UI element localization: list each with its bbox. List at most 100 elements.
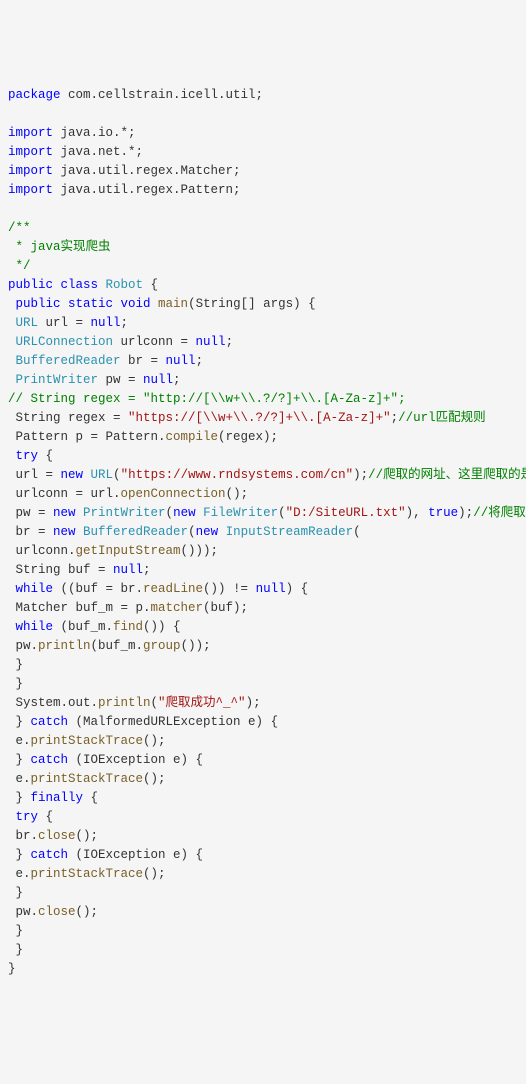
keyword-new: new — [53, 506, 76, 520]
end: (); — [143, 867, 166, 881]
brace: { — [83, 791, 98, 805]
semicolon: ; — [173, 373, 181, 387]
var-decl: Pattern p = Pattern. — [8, 430, 166, 444]
brace: { — [143, 278, 158, 292]
rest: ), — [406, 506, 429, 520]
semicolon: ; — [121, 316, 129, 330]
method-readline: readLine — [143, 582, 203, 596]
method-close: close — [38, 829, 76, 843]
end: (buf); — [203, 601, 248, 615]
semicolon: ; — [196, 354, 204, 368]
brace: } — [8, 658, 23, 672]
type-url: URL — [8, 316, 38, 330]
var-decl: String buf = — [8, 563, 113, 577]
rest: ()) != — [203, 582, 256, 596]
comment: // String regex = "http://[\\w+\\.?/?]+\… — [8, 392, 406, 406]
keyword-package: package — [8, 88, 61, 102]
true-literal: true — [428, 506, 458, 520]
keyword-catch: catch — [31, 848, 69, 862]
comment: //将爬取到的链接放到D盘的SiteURL文件中 — [473, 506, 526, 520]
keyword-import: import — [8, 183, 53, 197]
end: ); — [353, 468, 368, 482]
brace: } — [8, 715, 31, 729]
null-literal: null — [143, 373, 173, 387]
import-path: java.util.regex.Pattern; — [53, 183, 241, 197]
var-decl: pw = — [98, 373, 143, 387]
brace: } — [8, 943, 23, 957]
method-println: println — [38, 639, 91, 653]
paren: ( — [278, 506, 286, 520]
var-decl: br = — [121, 354, 166, 368]
method-openconnection: openConnection — [121, 487, 226, 501]
keyword-class: class — [53, 278, 98, 292]
paren: ( — [151, 696, 159, 710]
type-bufferedreader: BufferedReader — [76, 525, 189, 539]
end: ); — [458, 506, 473, 520]
method-call: e. — [8, 734, 31, 748]
type-printwriter: PrintWriter — [8, 373, 98, 387]
keyword-try: try — [8, 449, 38, 463]
brace: } — [8, 924, 23, 938]
catch-param: (MalformedURLException e) { — [68, 715, 278, 729]
var-decl: Matcher buf_m = p. — [8, 601, 151, 615]
args: (buf_m. — [91, 639, 144, 653]
var-decl: urlconn = — [113, 335, 196, 349]
string-literal: "爬取成功^_^" — [158, 696, 246, 710]
type-inputstreamreader: InputStreamReader — [218, 525, 353, 539]
keyword-new: new — [173, 506, 196, 520]
keyword-void: void — [113, 297, 151, 311]
keyword-import: import — [8, 126, 53, 140]
null-literal: null — [256, 582, 286, 596]
method-find: find — [113, 620, 143, 634]
type-bufferedreader: BufferedReader — [8, 354, 121, 368]
keyword-static: static — [61, 297, 114, 311]
comment: /** — [8, 221, 31, 235]
method-call: System.out. — [8, 696, 98, 710]
args: (regex); — [218, 430, 278, 444]
var-decl: url = — [38, 316, 91, 330]
end: (); — [76, 905, 99, 919]
brace: { — [38, 810, 53, 824]
keyword-finally: finally — [31, 791, 84, 805]
method-call: e. — [8, 772, 31, 786]
keyword-import: import — [8, 164, 53, 178]
condition: ((buf = br. — [53, 582, 143, 596]
keyword-catch: catch — [31, 753, 69, 767]
method-close: close — [38, 905, 76, 919]
end: ); — [246, 696, 261, 710]
method-call: pw. — [8, 905, 38, 919]
string-literal: "https://[\\w+\\.?/?]+\\.[A-Za-z]+" — [128, 411, 391, 425]
brace: } — [8, 753, 31, 767]
keyword-new: new — [196, 525, 219, 539]
type-filewriter: FileWriter — [196, 506, 279, 520]
comment: //url匹配规则 — [398, 411, 486, 425]
method-call: br. — [8, 829, 38, 843]
null-literal: null — [196, 335, 226, 349]
end: ()) { — [143, 620, 181, 634]
import-path: java.net.*; — [53, 145, 143, 159]
brace: } — [8, 791, 31, 805]
end: (); — [143, 734, 166, 748]
brace: } — [8, 677, 23, 691]
string-literal: "https://www.rndsystems.com/cn" — [121, 468, 354, 482]
null-literal: null — [166, 354, 196, 368]
method-compile: compile — [166, 430, 219, 444]
comment: */ — [8, 259, 31, 273]
brace: } — [8, 962, 16, 976]
null-literal: null — [113, 563, 143, 577]
catch-param: (IOException e) { — [68, 753, 203, 767]
params: (String[] args) { — [188, 297, 316, 311]
condition: (buf_m. — [53, 620, 113, 634]
class-name: Robot — [98, 278, 143, 292]
brace: } — [8, 848, 31, 862]
assignment: urlconn = url. — [8, 487, 121, 501]
semicolon: ; — [143, 563, 151, 577]
keyword-while: while — [8, 582, 53, 596]
keyword-catch: catch — [31, 715, 69, 729]
method-group: group — [143, 639, 181, 653]
method-printstacktrace: printStackTrace — [31, 734, 144, 748]
end: (); — [226, 487, 249, 501]
paren: ( — [113, 468, 121, 482]
keyword-new: new — [61, 468, 84, 482]
package-name: com.cellstrain.icell.util; — [61, 88, 264, 102]
